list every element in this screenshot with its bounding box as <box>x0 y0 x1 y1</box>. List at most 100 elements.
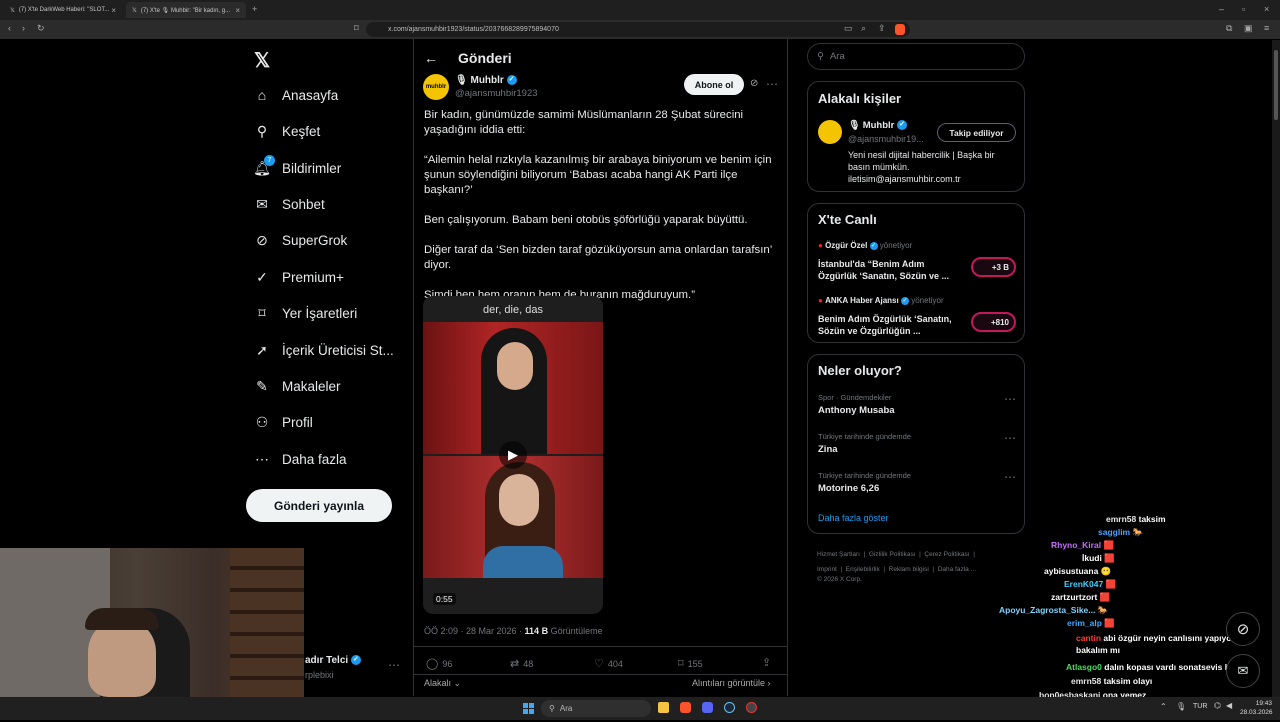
close-tab-icon[interactable]: × <box>111 6 116 15</box>
menu-icon[interactable]: ≡ <box>1264 23 1269 33</box>
obs-icon[interactable] <box>746 702 757 713</box>
view-quotes-link[interactable]: Alıntıları görüntüle › <box>692 678 771 688</box>
bookmark-page-icon[interactable]: ⌑ <box>354 23 359 34</box>
live-listeners-pill[interactable]: +810 <box>971 312 1016 332</box>
messages-float-icon[interactable]: ✉ <box>1226 654 1260 688</box>
brave-shield-icon[interactable] <box>895 24 905 35</box>
footer-link[interactable]: Gizlilik Politikası <box>869 551 916 558</box>
nav-explore[interactable]: ⚲ Keşfet <box>254 119 320 143</box>
file-explorer-icon[interactable] <box>658 702 669 713</box>
zoom-icon[interactable]: ⌕ <box>861 23 866 34</box>
browser-tab[interactable]: 𝕏 (7) X'te DarkWeb Haberi: "SLOT... × <box>4 2 122 18</box>
extensions-icon[interactable]: ⧉ <box>1226 23 1232 34</box>
sort-relevant-dropdown[interactable]: Alakalı ⌄ <box>424 678 461 689</box>
nav-supergrok[interactable]: ⊘ SuperGrok <box>254 228 347 252</box>
maximize-icon[interactable]: ▫ <box>1242 4 1245 14</box>
address-bar[interactable]: x.com/ajansmuhbir1923/status/20376682899… <box>366 22 910 37</box>
trend-name[interactable]: Zina <box>818 444 838 455</box>
related-name[interactable]: 🎙︎ Muhblr ✓ <box>848 120 908 131</box>
taskbar-search[interactable]: ⚲ Ara <box>541 700 651 717</box>
live-title[interactable]: Benim Adım Özgürlük ‘Sanatın, Sözün ve Ö… <box>818 313 963 337</box>
reload-icon[interactable]: ↻ <box>37 23 45 34</box>
chat-user: Atlasgo0 <box>1066 662 1102 672</box>
footer-link[interactable]: Daha fazla ... <box>938 566 976 573</box>
browser-tab-active[interactable]: 𝕏 (7) X'te 🎙 Muhbir: "Bir kadın, g... × <box>126 2 246 18</box>
footer-link[interactable]: Imprint <box>817 566 837 573</box>
trend-name[interactable]: Anthony Musaba <box>818 405 895 416</box>
mic-tray-icon[interactable]: 🎙︎ <box>1176 702 1186 711</box>
back-icon[interactable]: ‹ <box>8 23 11 33</box>
volume-icon[interactable]: ◀ <box>1226 701 1232 710</box>
video-player[interactable]: der, die, das ▶ 0:55 <box>423 296 603 614</box>
share-icon[interactable]: ⇪ <box>878 23 886 34</box>
live-host: ● ANKA Haber Ajansı ✓ yönetiyor <box>818 296 944 305</box>
grok-float-icon[interactable]: ⊘ <box>1226 612 1260 646</box>
nav-more[interactable]: ⋯ Daha fazla <box>254 447 347 471</box>
account-more-icon[interactable]: ⋯ <box>388 658 400 672</box>
new-tab-icon[interactable]: + <box>252 4 257 14</box>
trend-more-icon[interactable]: ⋯ <box>1004 392 1016 406</box>
author-avatar[interactable]: muhblr <box>423 74 449 100</box>
taskbar-search-text: Ara <box>559 704 573 713</box>
trend-more-icon[interactable]: ⋯ <box>1004 470 1016 484</box>
browser-toolbar: ‹ › ↻ ⌑ x.com/ajansmuhbir1923/status/203… <box>0 20 1280 39</box>
nav-premium[interactable]: ✓ Premium+ <box>254 265 344 289</box>
account-name[interactable]: adır Telci ✓ <box>305 655 361 666</box>
nav-home[interactable]: ⌂ Anasayfa <box>254 83 339 107</box>
chat-user: Apoyu_Zagrosta_Sike... <box>999 605 1096 615</box>
video-caption: der, die, das <box>483 304 543 316</box>
discord-icon[interactable] <box>702 702 713 713</box>
nav-articles[interactable]: ✎ Makaleler <box>254 374 340 398</box>
play-icon[interactable]: ▶ <box>499 441 527 469</box>
steam-icon[interactable] <box>724 702 735 713</box>
footer-link[interactable]: Hizmet Şartları <box>817 551 860 558</box>
show-more-link[interactable]: Daha fazla göster <box>818 513 889 523</box>
footer-link[interactable]: Reklam bilgisi <box>889 566 929 573</box>
network-icon[interactable]: ⌬ <box>1214 701 1221 710</box>
reply-count: 96 <box>442 658 453 669</box>
minimize-icon[interactable]: – <box>1219 4 1224 14</box>
clock[interactable]: 19:43 28.03.2026 <box>1240 699 1273 717</box>
mic-icon: 🎙︎ <box>848 120 861 131</box>
nav-notifications[interactable]: 🔔︎ 7 Bildirimler <box>253 155 341 180</box>
post-button[interactable]: Gönderi yayınla <box>246 489 392 522</box>
post-more-icon[interactable]: ⋯ <box>766 77 778 91</box>
brave-browser-icon[interactable] <box>680 702 691 713</box>
window-close-icon[interactable]: × <box>1264 4 1269 14</box>
following-button[interactable]: Takip ediliyor <box>937 123 1016 142</box>
wallet-icon[interactable]: ▣ <box>1244 23 1253 34</box>
nav-chat[interactable]: ✉ Sohbet <box>254 192 325 216</box>
footer-link[interactable]: Erişilebilirlik <box>846 566 880 573</box>
x-home-logo-icon[interactable]: 𝕏 <box>254 48 270 73</box>
nav-creator-studio[interactable]: ➚ İçerik Üreticisi St... <box>254 338 394 362</box>
subscribe-button[interactable]: Abone ol <box>684 74 744 95</box>
repost-button[interactable]: ⇄ 48 <box>510 657 533 670</box>
close-tab-icon[interactable]: × <box>235 6 240 15</box>
share-icon[interactable]: ⇪ <box>762 656 771 669</box>
footer-link[interactable]: Çerez Politikası <box>924 551 969 558</box>
tray-chevron-icon[interactable]: ⌃ <box>1160 702 1167 711</box>
chat-user: zartzurtzort <box>1051 592 1098 602</box>
verified-icon: ✓ <box>900 296 909 305</box>
live-listeners-pill[interactable]: +3 B <box>971 257 1016 277</box>
trend-meta: Türkiye tarihinde gündemde <box>818 471 911 480</box>
like-button[interactable]: ♡ 404 <box>594 657 623 670</box>
search-icon: ⚲ <box>256 122 268 139</box>
trend-name[interactable]: Motorine 6,26 <box>818 483 879 494</box>
back-arrow-icon[interactable]: ← <box>424 50 438 66</box>
forward-icon[interactable]: › <box>22 23 25 33</box>
search-input[interactable]: ⚲ Ara <box>807 43 1025 70</box>
cast-icon[interactable]: ▭ <box>844 23 853 34</box>
language-indicator[interactable]: TUR <box>1193 703 1207 710</box>
windows-start-icon[interactable] <box>523 703 534 714</box>
author-name[interactable]: 🎙︎ Muhblr ✓ <box>455 75 517 86</box>
related-avatar[interactable] <box>818 120 842 144</box>
reply-button[interactable]: ◯ 96 <box>426 657 452 670</box>
scrollbar-thumb[interactable] <box>1274 50 1278 120</box>
live-title[interactable]: İstanbul'da “Benim Adım Özgürlük ‘Sanatı… <box>818 258 963 282</box>
trend-more-icon[interactable]: ⋯ <box>1004 431 1016 445</box>
nav-bookmarks[interactable]: ⌑ Yer İşaretleri <box>254 301 357 325</box>
nav-profile[interactable]: ⚇ Profil <box>254 410 313 434</box>
bookmark-button[interactable]: ⌑ 155 <box>678 657 703 670</box>
grok-icon[interactable]: ⊘ <box>750 78 758 89</box>
